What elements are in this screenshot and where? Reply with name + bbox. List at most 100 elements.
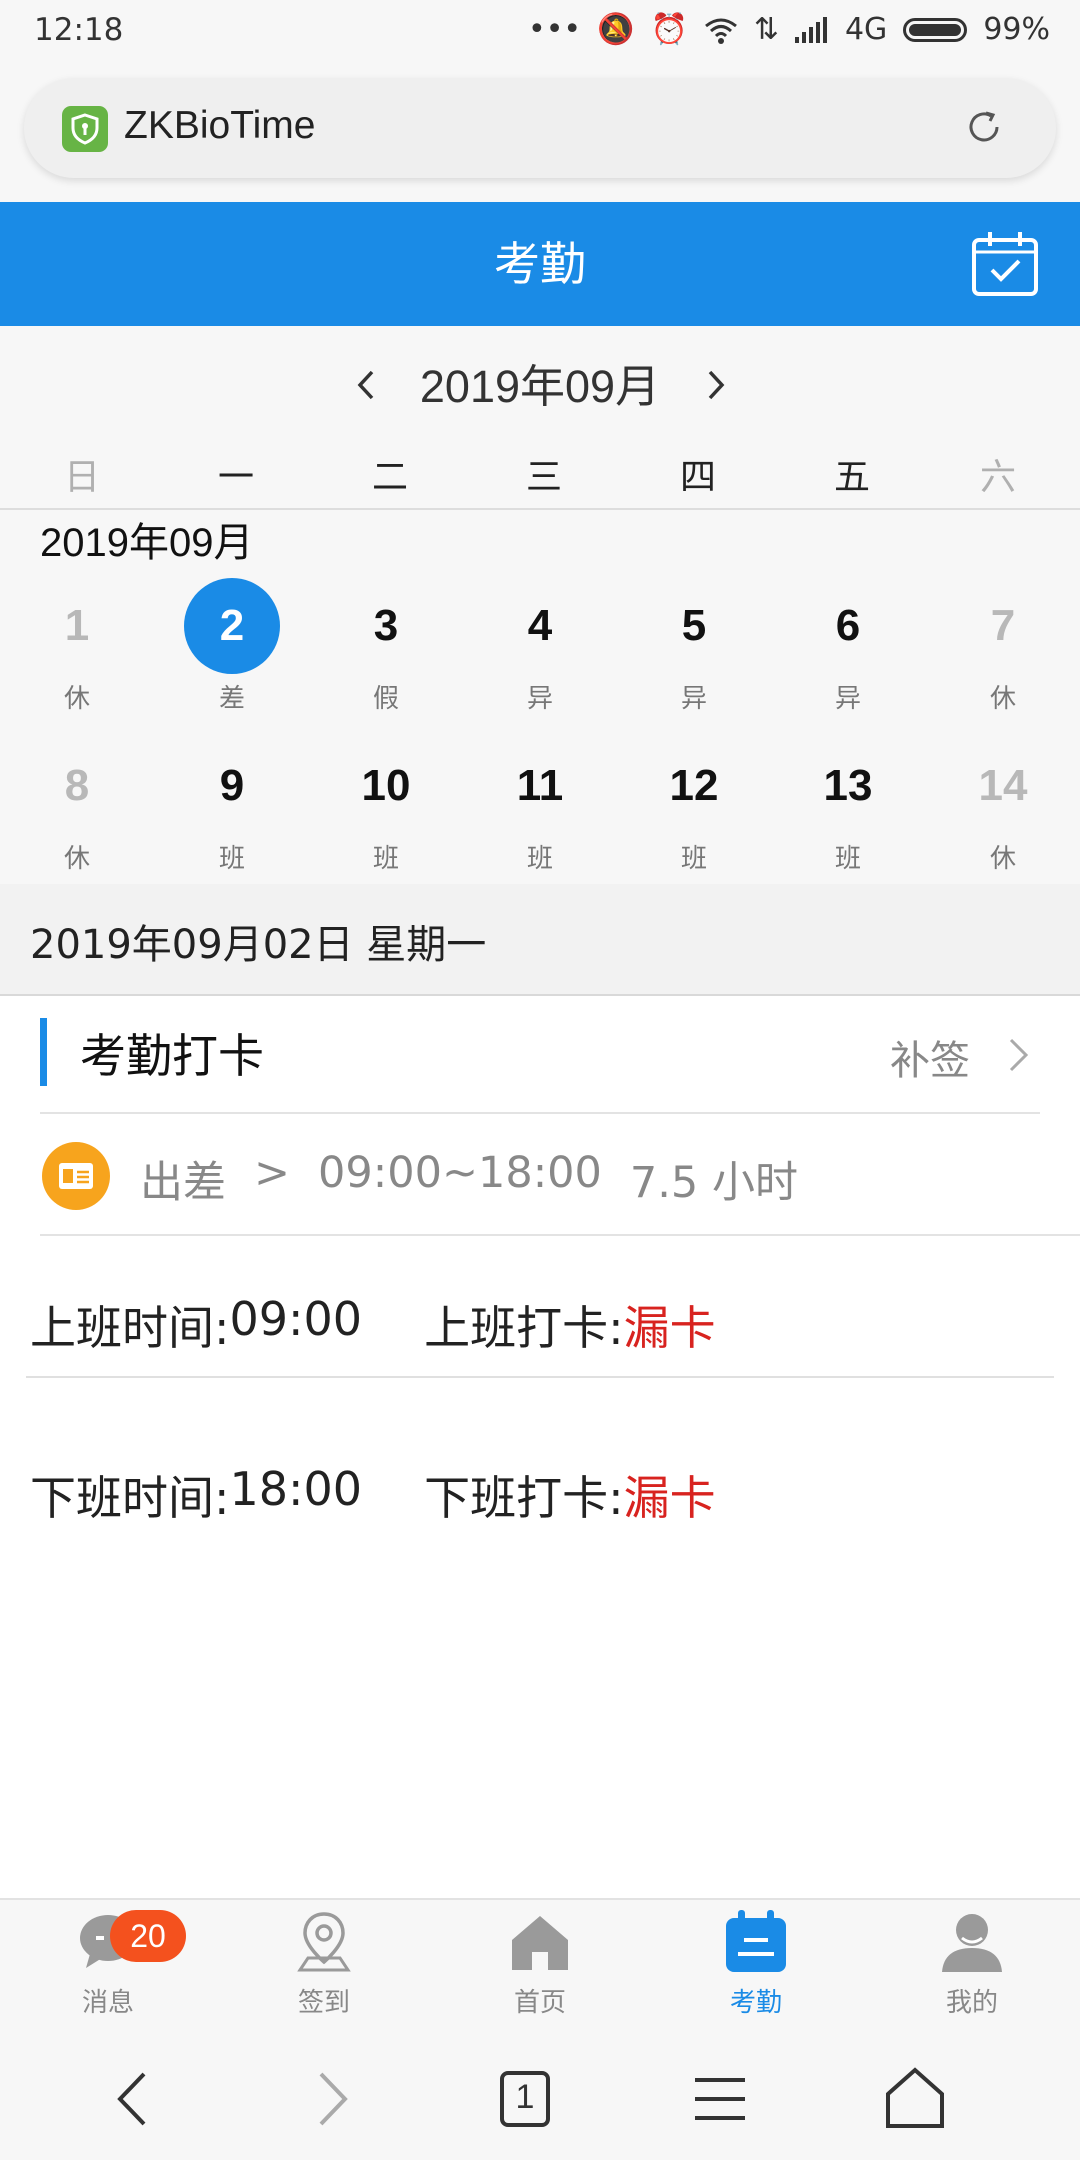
home-icon	[512, 1916, 568, 1970]
menu-icon[interactable]	[685, 2064, 755, 2134]
divider	[40, 1112, 1040, 1114]
day-number: 14	[978, 761, 1028, 810]
calendar-day-selected[interactable]: 2 差	[155, 596, 309, 715]
weekday-fri: 五	[833, 457, 870, 498]
clock-in-row: 上班时间: 09:00 上班打卡: 漏卡	[30, 1292, 716, 1358]
punch-status: 漏卡	[623, 1301, 716, 1355]
day-status-tag: 休	[63, 684, 90, 714]
day-status-tag: 休	[989, 684, 1016, 714]
trip-hours: 7.5 小时	[629, 1158, 798, 1208]
punch-status: 漏卡	[623, 1471, 716, 1525]
tab-label: 签到	[297, 1988, 350, 2018]
weekday-sun: 日	[63, 457, 100, 498]
day-number: 5	[681, 601, 707, 650]
day-status-tag: 异	[526, 684, 553, 714]
attendance-calendar-icon	[726, 1910, 786, 1972]
calendar-day[interactable]: 6 异	[771, 596, 925, 715]
section-marker	[40, 1018, 47, 1086]
tab-label: 考勤	[729, 1988, 782, 2018]
weekday-wed: 三	[525, 457, 562, 498]
calendar-day[interactable]: 13 班	[771, 756, 925, 875]
mute-icon: 🔕	[597, 12, 635, 47]
trip-range: 09:00~18:00	[318, 1148, 602, 1198]
next-month-chevron-icon[interactable]	[702, 360, 732, 410]
punch-label: 上班打卡:	[424, 1301, 624, 1355]
time-label: 上班时间:	[30, 1301, 230, 1355]
time-label: 下班时间:	[30, 1471, 230, 1525]
business-trip-icon	[42, 1142, 110, 1210]
calendar-day[interactable]: 1 休	[0, 596, 154, 715]
tab-checkin[interactable]: 签到	[216, 1910, 432, 2030]
day-number: 3	[373, 601, 399, 650]
divider	[26, 1376, 1054, 1378]
time-value: 09:00	[229, 1292, 363, 1346]
tab-home[interactable]: 首页	[432, 1910, 648, 2030]
back-icon[interactable]	[100, 2064, 170, 2134]
wifi-icon	[704, 18, 737, 44]
calendar-day[interactable]: 4 异	[463, 596, 617, 715]
url-title[interactable]: ZKBioTime	[124, 104, 315, 148]
calendar-check-icon[interactable]	[970, 230, 1040, 298]
day-number: 7	[990, 601, 1016, 650]
tab-profile[interactable]: 我的	[864, 1910, 1080, 2030]
day-number: 8	[64, 761, 90, 810]
calendar-day[interactable]: 3 假	[309, 596, 463, 715]
signal-icon	[794, 16, 827, 43]
day-number: 9	[219, 761, 245, 810]
tab-label: 首页	[513, 1988, 566, 2018]
day-number: 13	[823, 761, 873, 810]
day-status-tag: 班	[218, 844, 245, 874]
divider	[40, 1234, 1080, 1236]
grid-month-label: 2019年09月	[40, 521, 254, 565]
trip-row[interactable]: 出差 > 09:00~18:00 7.5 小时	[140, 1148, 798, 1210]
chevron-right-icon[interactable]	[1006, 1034, 1032, 1076]
day-status-tag: 班	[526, 844, 553, 874]
trip-arrow: >	[254, 1148, 291, 1198]
location-pin-icon	[297, 1912, 351, 1972]
day-number: 6	[835, 601, 861, 650]
tabs-button[interactable]: 1	[490, 2064, 560, 2134]
day-status-tag: 班	[834, 844, 861, 874]
network-type: 4G	[844, 12, 888, 47]
tab-attendance[interactable]: 考勤	[648, 1910, 864, 2030]
weekday-thu: 四	[679, 457, 716, 498]
weekday-tue: 二	[371, 457, 408, 498]
day-status-tag: 班	[680, 844, 707, 874]
day-number: 1	[64, 601, 90, 650]
day-status-tag: 异	[680, 684, 707, 714]
calendar-day[interactable]: 12 班	[617, 756, 771, 875]
calendar-day[interactable]: 9 班	[155, 756, 309, 875]
calendar-day[interactable]: 14 休	[926, 756, 1080, 875]
calendar-day[interactable]: 7 休	[926, 596, 1080, 715]
status-icons: ••• 🔕 ⏰ ⇅ 4G 99%	[528, 12, 1050, 47]
tab-label: 消息	[81, 1988, 134, 2018]
day-number: 2	[219, 601, 245, 650]
day-status-tag: 异	[834, 684, 861, 714]
more-dots-icon: •••	[528, 12, 582, 47]
calendar-day[interactable]: 8 休	[0, 756, 154, 875]
home-page-icon[interactable]	[880, 2064, 950, 2134]
day-status-tag: 假	[372, 684, 399, 714]
selected-date-text: 2019年09月02日 星期一	[30, 922, 487, 968]
reload-icon[interactable]	[964, 107, 1004, 147]
day-number: 12	[669, 761, 719, 810]
user-icon	[942, 1914, 1002, 1972]
supplement-sign-button[interactable]: 补签	[890, 1028, 970, 1086]
unread-badge: 20	[110, 1910, 186, 1962]
page-title: 考勤	[494, 237, 586, 291]
day-status-tag: 休	[63, 844, 90, 874]
prev-month-chevron-icon[interactable]	[350, 360, 380, 410]
day-number: 11	[516, 761, 564, 810]
time-value: 18:00	[229, 1462, 363, 1516]
calendar-day[interactable]: 11 班	[463, 756, 617, 875]
section-title: 考勤打卡	[80, 1029, 264, 1083]
weekday-mon: 一	[217, 457, 254, 498]
tab-count: 1	[515, 2078, 535, 2116]
day-status-tag: 班	[372, 844, 399, 874]
trip-type: 出差	[140, 1158, 226, 1208]
clock-out-row: 下班时间: 18:00 下班打卡: 漏卡	[30, 1462, 716, 1528]
calendar-day[interactable]: 5 异	[617, 596, 771, 715]
forward-icon[interactable]	[295, 2064, 365, 2134]
month-title: 2019年09月	[419, 361, 661, 412]
calendar-day[interactable]: 10 班	[309, 756, 463, 875]
